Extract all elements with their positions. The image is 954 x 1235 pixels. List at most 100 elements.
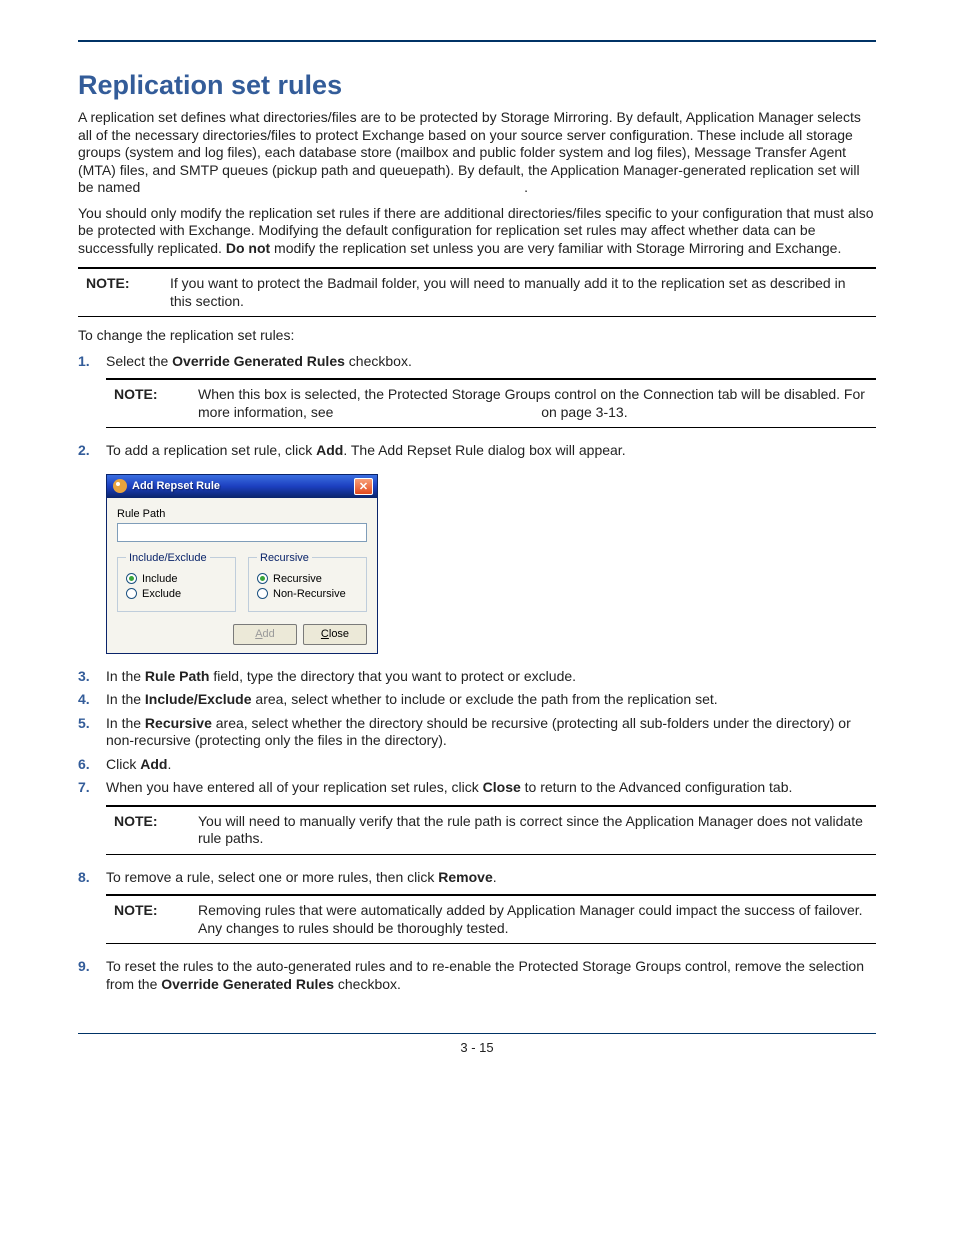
emphasis: Add [140, 756, 167, 772]
radio-icon [257, 573, 268, 584]
text: . [167, 756, 171, 772]
include-exclude-group: Include/Exclude Include Exclude [117, 552, 236, 612]
step-4: 4. In the Include/Exclude area, select w… [78, 691, 876, 709]
radio-label: Include [142, 573, 177, 585]
note-box-4: NOTE: Removing rules that were automatic… [106, 894, 876, 944]
text: on page 3-13. [541, 404, 627, 420]
step-2: 2. To add a replication set rule, click … [78, 442, 876, 460]
text: Click [106, 756, 140, 772]
step-6: 6. Click Add. [78, 756, 876, 774]
step-number: 4. [78, 691, 106, 709]
text: Select the [106, 353, 172, 369]
steps-list: 1. Select the Override Generated Rules c… [78, 353, 876, 994]
text: In the [106, 668, 145, 684]
text: area, select whether to include or exclu… [252, 691, 718, 707]
step-number: 7. [78, 779, 106, 797]
emphasis: Include/Exclude [145, 691, 252, 707]
text: A replication set defines what directori… [78, 109, 861, 195]
step-8: 8. To remove a rule, select one or more … [78, 869, 876, 887]
mnemonic: A [255, 628, 262, 640]
app-icon [113, 479, 127, 493]
step-9: 9. To reset the rules to the auto-genera… [78, 958, 876, 993]
step-3: 3. In the Rule Path field, type the dire… [78, 668, 876, 686]
note-box-2: NOTE: When this box is selected, the Pro… [106, 378, 876, 428]
radio-icon [257, 588, 268, 599]
steps-intro: To change the replication set rules: [78, 327, 876, 345]
dialog-figure: Add Repset Rule ✕ Rule Path Include/Excl… [106, 474, 876, 654]
note-label: NOTE: [86, 275, 170, 310]
text: to return to the Advanced configuration … [521, 779, 793, 795]
step-number: 6. [78, 756, 106, 774]
exclude-radio[interactable]: Exclude [126, 588, 227, 600]
emphasis: Add [316, 442, 343, 458]
text: checkbox. [334, 976, 401, 992]
page-number: 3 - 15 [460, 1040, 493, 1055]
text: In the [106, 691, 145, 707]
footer: 3 - 15 [78, 1033, 876, 1055]
text: area, select whether the directory shoul… [106, 715, 851, 749]
text: dd [263, 628, 275, 640]
step-1: 1. Select the Override Generated Rules c… [78, 353, 876, 371]
radio-icon [126, 573, 137, 584]
text: checkbox. [345, 353, 412, 369]
emphasis: Override Generated Rules [161, 976, 334, 992]
note-box-3: NOTE: You will need to manually verify t… [106, 805, 876, 855]
intro-paragraph-2: You should only modify the replication s… [78, 205, 876, 258]
step-number: 5. [78, 715, 106, 750]
emphasis: Rule Path [145, 668, 210, 684]
text: field, type the directory that you want … [210, 668, 577, 684]
note-text: Removing rules that were automatically a… [198, 902, 868, 937]
radio-label: Exclude [142, 588, 181, 600]
note-label: NOTE: [114, 902, 198, 937]
emphasis: Remove [438, 869, 492, 885]
dialog-titlebar[interactable]: Add Repset Rule ✕ [107, 475, 377, 498]
text: To add a replication set rule, click [106, 442, 316, 458]
add-button[interactable]: Add [233, 624, 297, 645]
text: When you have entered all of your replic… [106, 779, 483, 795]
text: . [524, 179, 528, 195]
include-radio[interactable]: Include [126, 573, 227, 585]
text: To remove a rule, select one or more rul… [106, 869, 438, 885]
group-legend: Recursive [257, 552, 312, 564]
rule-path-label: Rule Path [117, 508, 367, 520]
radio-icon [126, 588, 137, 599]
emphasis: Recursive [145, 715, 212, 731]
nonrecursive-radio[interactable]: Non-Recursive [257, 588, 358, 600]
dialog-body: Rule Path Include/Exclude Include Exclud [107, 498, 377, 653]
recursive-radio[interactable]: Recursive [257, 573, 358, 585]
note-box-1: NOTE: If you want to protect the Badmail… [78, 267, 876, 317]
rule-path-input[interactable] [117, 523, 367, 542]
text: lose [329, 628, 349, 640]
add-repset-rule-dialog: Add Repset Rule ✕ Rule Path Include/Excl… [106, 474, 378, 654]
step-number: 2. [78, 442, 106, 460]
text: . [493, 869, 497, 885]
intro-paragraph-1: A replication set defines what directori… [78, 109, 876, 197]
page: Replication set rules A replication set … [0, 0, 954, 1235]
step-number: 9. [78, 958, 106, 993]
text: . The Add Repset Rule dialog box will ap… [343, 442, 625, 458]
mnemonic: C [321, 628, 329, 640]
close-button[interactable]: ✕ [354, 478, 373, 495]
recursive-group: Recursive Recursive Non-Recursive [248, 552, 367, 612]
emphasis: Do not [226, 240, 270, 256]
step-5: 5. In the Recursive area, select whether… [78, 715, 876, 750]
text: When this box is selected, the Protected… [198, 386, 865, 420]
note-text: You will need to manually verify that th… [198, 813, 868, 848]
page-title: Replication set rules [78, 70, 876, 101]
emphasis: Override Generated Rules [172, 353, 345, 369]
close-button[interactable]: Close [303, 624, 367, 645]
dialog-title-text: Add Repset Rule [132, 480, 354, 492]
step-number: 8. [78, 869, 106, 887]
radio-label: Recursive [273, 573, 322, 585]
step-number: 1. [78, 353, 106, 371]
top-rule [78, 40, 876, 42]
radio-label: Non-Recursive [273, 588, 346, 600]
emphasis: Close [483, 779, 521, 795]
step-number: 3. [78, 668, 106, 686]
text: In the [106, 715, 145, 731]
step-7: 7. When you have entered all of your rep… [78, 779, 876, 797]
text: modify the replication set unless you ar… [270, 240, 841, 256]
note-text: If you want to protect the Badmail folde… [170, 275, 868, 310]
note-label: NOTE: [114, 386, 198, 421]
note-text: When this box is selected, the Protected… [198, 386, 868, 421]
